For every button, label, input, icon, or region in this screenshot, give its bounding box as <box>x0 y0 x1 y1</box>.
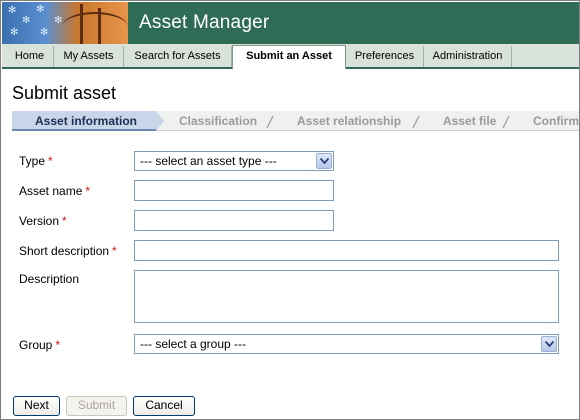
required-marker: * <box>85 184 91 198</box>
description-label: Description <box>19 272 80 286</box>
version-input[interactable] <box>134 210 334 231</box>
chevron-down-icon[interactable] <box>541 336 557 352</box>
step-separator-icon <box>412 115 420 129</box>
required-marker: * <box>48 154 53 168</box>
description-textarea[interactable] <box>134 270 559 323</box>
nav-tab-home[interactable]: Home <box>6 46 54 67</box>
group-label: Group * <box>19 338 61 352</box>
group-select[interactable]: --- select a group --- <box>134 334 559 354</box>
nav-tab-search-for-assets[interactable]: Search for Assets <box>124 46 232 67</box>
submit-button[interactable]: Submit <box>66 396 127 416</box>
short-description-label: Short description * <box>19 244 117 258</box>
next-button[interactable]: Next <box>13 396 60 416</box>
wizard-step-confirm: Confirm <box>533 114 579 128</box>
nav-tab-preferences[interactable]: Preferences <box>346 46 424 67</box>
nav-tab-submit-an-asset[interactable]: Submit an Asset <box>232 45 346 69</box>
step-separator-icon <box>502 115 510 129</box>
nav-tab-administration[interactable]: Administration <box>424 46 512 67</box>
asset-name-input[interactable] <box>134 180 334 201</box>
app-title: Asset Manager <box>139 12 270 33</box>
cancel-button[interactable]: Cancel <box>133 396 195 416</box>
active-step-arrow <box>156 111 164 131</box>
wizard-step-asset-relationship: Asset relationship <box>297 114 402 128</box>
required-marker: * <box>112 244 117 258</box>
page-title: Submit asset <box>12 83 117 103</box>
wizard-step-classification: Classification <box>179 114 258 128</box>
asset-type-select[interactable]: --- select an asset type --- <box>134 151 334 171</box>
short-description-input[interactable] <box>134 240 559 261</box>
app-window: ✻ ✻ ✻ ✻ ✻ ✻ Asset Manager Home My Assets… <box>0 0 580 420</box>
app-header: ✻ ✻ ✻ ✻ ✻ ✻ Asset Manager <box>2 2 579 44</box>
wizard-step-asset-file: Asset file <box>443 114 497 128</box>
step-separator-icon <box>266 115 274 129</box>
asset-type-select-value: --- select an asset type --- <box>140 154 277 168</box>
chevron-down-icon[interactable] <box>316 153 332 169</box>
version-label: Version * <box>19 214 67 228</box>
type-label: Type * <box>19 154 53 168</box>
required-marker: * <box>62 214 67 228</box>
group-select-value: --- select a group --- <box>140 337 247 351</box>
app-logo: ✻ ✻ ✻ ✻ ✻ ✻ <box>2 2 128 44</box>
main-nav: Home My Assets Search for Assets Submit … <box>2 44 579 69</box>
wizard-steps: Asset information Classification Asset r… <box>12 111 579 131</box>
nav-tab-my-assets[interactable]: My Assets <box>54 46 124 67</box>
wizard-step-asset-information: Asset information <box>35 114 138 128</box>
asset-name-label: Asset name * <box>19 184 91 198</box>
required-marker: * <box>55 338 61 352</box>
